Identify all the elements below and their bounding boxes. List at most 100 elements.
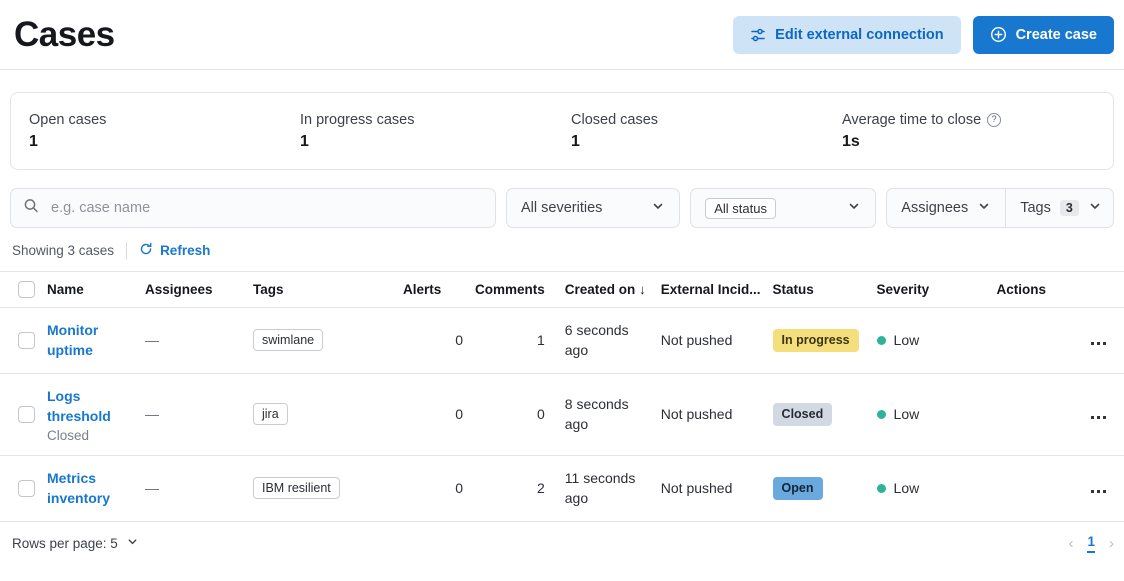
chevron-down-icon <box>847 199 861 217</box>
stat-average-time-to-close-label-wrap: Average time to close ? <box>842 112 1113 128</box>
status-filter-select[interactable]: All status <box>690 188 877 228</box>
sliders-icon <box>750 27 766 43</box>
row-assignees-cell: — <box>139 373 247 457</box>
row-name-cell: Metrics inventory <box>41 455 139 522</box>
severity-dot-icon <box>876 483 886 493</box>
stats-section: Open cases 1 In progress cases 1 Closed … <box>0 70 1124 170</box>
pagination-prev-button[interactable]: ‹ <box>1068 536 1073 551</box>
column-header-created-on-label: Created on <box>564 282 636 297</box>
row-actions-menu-icon[interactable] <box>1090 341 1106 346</box>
row-status-cell: In progress <box>766 307 871 374</box>
cases-table: Name Assignees Tags Alerts Comments Crea… <box>0 271 1124 522</box>
row-tags-cell: swimlane <box>247 307 397 374</box>
search-box <box>10 188 496 228</box>
row-created-cell: 8 seconds ago <box>550 373 655 457</box>
row-assignees-cell: — <box>139 455 247 522</box>
row-alerts-cell: 0 <box>397 307 469 374</box>
row-actions-menu-icon[interactable] <box>1090 489 1106 494</box>
header-actions: Edit external connection Create case <box>733 15 1114 54</box>
showing-count-text: Showing 3 cases <box>12 243 115 258</box>
case-name-link[interactable]: Logs threshold <box>47 386 133 427</box>
table-row: Logs threshold Closed — jira 0 0 8 secon… <box>0 373 1124 457</box>
severity-label: Low <box>893 480 920 497</box>
rows-per-page-select[interactable]: Rows per page: 5 <box>12 535 139 551</box>
row-checkbox[interactable] <box>18 479 35 497</box>
cases-table-body: Monitor uptime — swimlane 0 1 6 seconds … <box>0 307 1124 522</box>
row-actions-cell <box>990 307 1124 374</box>
page-header: Cases Edit external connection Create ca… <box>0 0 1124 70</box>
assignees-filter-select[interactable]: Assignees <box>887 189 1005 227</box>
status-badge: Open <box>772 477 823 500</box>
column-header-name[interactable]: Name <box>41 271 139 308</box>
select-all-header <box>0 271 41 308</box>
column-header-alerts[interactable]: Alerts <box>397 271 469 308</box>
assignees-filter-label: Assignees <box>901 200 969 216</box>
column-header-external-incident[interactable]: External Incid... <box>654 271 767 308</box>
stat-average-time-to-close: Average time to close ? 1s <box>842 112 1113 151</box>
pagination-page-1[interactable]: 1 <box>1087 534 1095 553</box>
row-severity-cell: Low <box>870 307 991 374</box>
row-actions-menu-icon[interactable] <box>1090 415 1106 420</box>
tags-filter-select[interactable]: Tags 3 <box>1005 189 1113 227</box>
stat-average-time-to-close-label: Average time to close <box>842 111 982 128</box>
row-created-cell: 6 seconds ago <box>550 307 655 374</box>
assignees-value: — <box>145 480 159 497</box>
row-select-cell <box>0 307 41 374</box>
edit-external-connection-button[interactable]: Edit external connection <box>733 15 961 54</box>
tags-filter-count-badge: 3 <box>1059 199 1079 217</box>
pagination-next-button[interactable]: › <box>1109 536 1114 551</box>
severity-filter-select[interactable]: All severities <box>506 188 681 228</box>
column-header-tags[interactable]: Tags <box>247 271 397 308</box>
cases-page: Cases Edit external connection Create ca… <box>0 0 1124 581</box>
select-all-checkbox[interactable] <box>18 281 35 298</box>
create-case-label: Create case <box>1015 26 1097 43</box>
chevron-down-icon <box>126 535 139 551</box>
stat-closed-cases-label: Closed cases <box>571 111 659 128</box>
case-name-link[interactable]: Monitor uptime <box>47 320 133 361</box>
stat-open-cases-label: Open cases <box>29 111 107 128</box>
severity-filter-label: All severities <box>521 200 603 216</box>
row-assignees-cell: — <box>139 307 247 374</box>
filter-bar: All severities All status Assignees <box>0 170 1124 228</box>
rows-per-page-label: Rows per page: 5 <box>12 535 118 551</box>
row-name-cell: Monitor uptime <box>41 307 139 374</box>
tags-filter-label: Tags <box>1020 200 1051 216</box>
tag-chip[interactable]: jira <box>253 403 288 426</box>
create-case-button[interactable]: Create case <box>972 15 1114 54</box>
severity-value-wrap: Low <box>876 480 985 497</box>
help-icon[interactable]: ? <box>987 112 1002 127</box>
column-header-comments[interactable]: Comments <box>469 271 551 308</box>
row-select-cell <box>0 455 41 522</box>
results-toolbar: Showing 3 cases Refresh <box>0 228 1124 259</box>
search-input[interactable] <box>10 188 496 228</box>
table-header-row: Name Assignees Tags Alerts Comments Crea… <box>0 271 1124 308</box>
refresh-button[interactable]: Refresh <box>139 242 210 259</box>
severity-dot-icon <box>876 335 886 345</box>
edit-external-connection-label: Edit external connection <box>775 26 944 43</box>
stat-in-progress-cases: In progress cases 1 <box>300 112 571 151</box>
case-name-link[interactable]: Metrics inventory <box>47 468 133 509</box>
status-filter-value-chip: All status <box>705 197 776 219</box>
cases-table-head: Name Assignees Tags Alerts Comments Crea… <box>0 271 1124 308</box>
column-header-status[interactable]: Status <box>766 271 871 308</box>
row-tags-cell: IBM resilient <box>247 455 397 522</box>
chevron-down-icon <box>651 199 665 217</box>
stat-average-time-to-close-value: 1s <box>842 132 860 150</box>
table-footer: Rows per page: 5 ‹ 1 › <box>0 522 1124 553</box>
row-external-incident-cell: Not pushed <box>654 455 767 522</box>
severity-dot-icon <box>876 409 886 419</box>
row-alerts-cell: 0 <box>397 455 469 522</box>
tag-chip[interactable]: IBM resilient <box>253 477 340 500</box>
row-comments-cell: 2 <box>469 455 551 522</box>
row-severity-cell: Low <box>870 373 991 457</box>
row-status-cell: Closed <box>766 373 871 457</box>
tag-chip[interactable]: swimlane <box>253 329 324 352</box>
row-tags-cell: jira <box>247 373 397 457</box>
column-header-created-on[interactable]: Created on ↓ <box>550 271 655 308</box>
row-checkbox[interactable] <box>18 331 35 349</box>
column-header-severity[interactable]: Severity <box>870 271 991 308</box>
column-header-assignees[interactable]: Assignees <box>139 271 247 308</box>
severity-label: Low <box>893 406 920 423</box>
case-closed-sublabel: Closed <box>47 428 90 444</box>
row-checkbox[interactable] <box>18 405 35 423</box>
